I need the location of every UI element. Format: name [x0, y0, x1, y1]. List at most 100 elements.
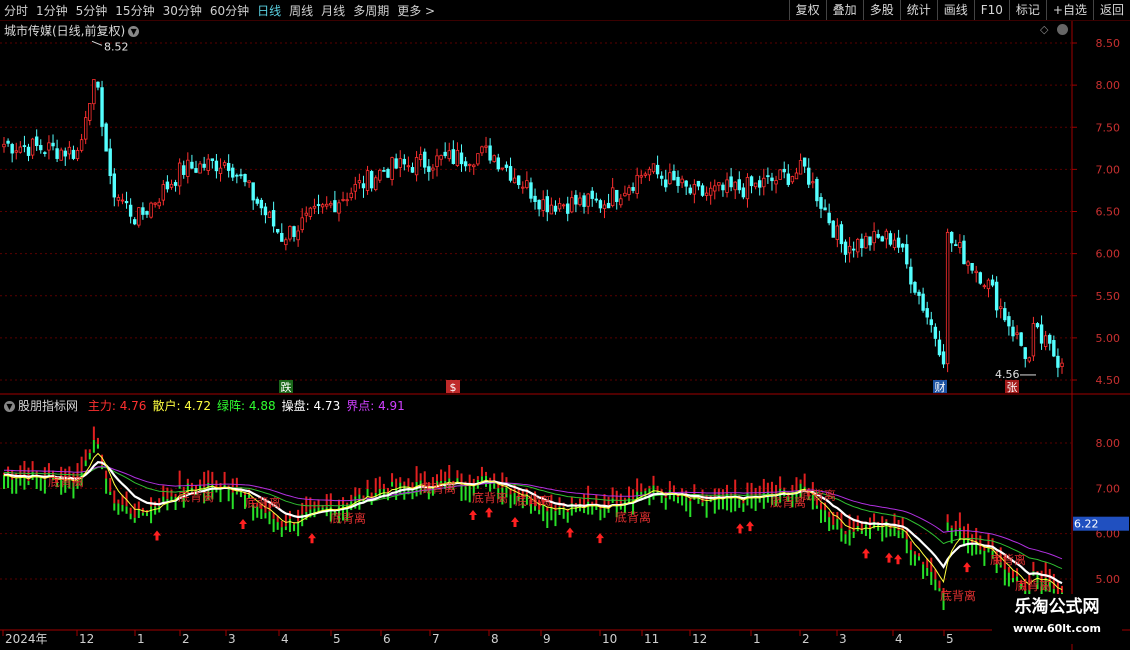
candle-body	[280, 232, 284, 242]
divergence-label-2: 底背离	[245, 495, 281, 510]
price-tick-label: 8.00	[1096, 79, 1121, 92]
candle-body	[476, 153, 480, 165]
buy-arrow-icon	[153, 530, 161, 541]
candle-body	[582, 195, 586, 207]
candle-body	[884, 230, 889, 240]
candle-body	[1060, 362, 1064, 367]
candle-body	[133, 219, 137, 225]
buy-arrow-icon	[485, 507, 493, 518]
candle-body	[578, 197, 582, 206]
candle-body	[708, 187, 713, 196]
candle-body	[590, 190, 594, 199]
event-marker-3: 张	[1007, 381, 1018, 394]
kline-chart[interactable]: 8.50 8.00 7.50 7.00 6.50 6.00 5.50 5.00 4.50 8.00…	[0, 0, 1130, 650]
candle-body	[733, 181, 737, 191]
buy-arrow-icon	[511, 517, 519, 528]
candle-body	[909, 266, 913, 285]
candle-body	[619, 198, 623, 206]
price-tick-label: 5.50	[1096, 290, 1121, 303]
candle-body	[766, 175, 770, 178]
buy-arrow-icon	[963, 562, 971, 573]
candle-body	[88, 103, 92, 121]
buy-arrow-icon	[746, 521, 754, 532]
candle-body	[541, 199, 545, 211]
candle-body	[79, 139, 84, 151]
candle-body	[639, 175, 643, 178]
candle-body	[811, 181, 815, 184]
candle-body	[954, 244, 958, 247]
candle-body	[402, 158, 407, 165]
candle-body	[206, 158, 210, 171]
indicator-tick-label: 8.00	[1096, 437, 1121, 450]
buy-arrow-icon	[469, 510, 477, 521]
candle-body	[218, 167, 223, 174]
date-label-5: 4	[281, 632, 289, 646]
candle-body	[913, 281, 917, 293]
candle-body	[316, 204, 321, 206]
purple-line	[4, 466, 1063, 560]
date-label-17: 4	[895, 632, 903, 646]
candle-body	[386, 169, 390, 178]
candle-body	[892, 239, 897, 248]
candle-body	[369, 171, 374, 189]
candle-body	[929, 319, 933, 326]
event-marker-0: 跌	[281, 380, 292, 394]
candle-body	[856, 238, 860, 253]
divergence-label-12: 底背离	[1015, 578, 1051, 593]
candle-body	[508, 166, 513, 181]
divergence-label-11: 底背离	[990, 552, 1026, 567]
candle-body	[116, 197, 121, 201]
candle-body	[71, 149, 76, 159]
candle-body	[157, 201, 161, 207]
divergence-label-1: 底背离	[178, 489, 214, 504]
candle-body	[414, 157, 419, 176]
candle-body	[623, 192, 627, 197]
date-label-12: 11	[644, 632, 659, 646]
candle-body	[774, 180, 778, 185]
candle-body	[226, 162, 231, 171]
candle-body	[59, 149, 63, 161]
candle-body	[807, 167, 811, 185]
buy-arrow-icon	[308, 533, 316, 544]
candle-body	[602, 204, 607, 209]
date-label-13: 12	[692, 632, 707, 646]
candle-body	[1039, 324, 1044, 344]
candle-body	[39, 145, 43, 151]
divergence-label-0: 底背离	[48, 474, 84, 489]
price-tick-label: 5.00	[1096, 332, 1121, 345]
candle-body	[970, 262, 974, 271]
buy-arrow-icon	[894, 554, 902, 565]
candle-body	[905, 244, 909, 265]
candle-body	[263, 206, 268, 216]
candle-body	[831, 220, 835, 238]
candle-body	[267, 211, 272, 218]
candle-body	[14, 150, 18, 153]
candle-body	[292, 226, 296, 237]
candle-body	[1003, 308, 1007, 321]
high-price-label: 8.52	[104, 40, 129, 53]
candle-body	[680, 178, 684, 184]
candle-body	[549, 204, 554, 215]
candle-body	[320, 204, 325, 208]
candle-body	[496, 157, 500, 170]
candle-body	[182, 165, 186, 175]
candle-body	[598, 200, 603, 209]
candle-body	[557, 203, 562, 210]
candle-body	[729, 176, 733, 188]
candle-body	[222, 162, 227, 166]
candle-body	[966, 261, 970, 266]
candle-body	[22, 145, 27, 147]
candle-body	[958, 242, 962, 248]
candle-body	[990, 279, 995, 286]
candle-body	[308, 207, 313, 217]
candle-body	[439, 155, 443, 160]
candle-body	[1011, 326, 1015, 337]
candle-body	[333, 200, 337, 213]
candle-body	[868, 236, 872, 246]
candle-body	[296, 230, 300, 241]
price-tick-label: 7.50	[1096, 121, 1121, 134]
candle-body	[664, 179, 668, 188]
candle-body	[721, 184, 725, 191]
candle-body	[329, 202, 333, 206]
candle-body	[823, 207, 827, 211]
